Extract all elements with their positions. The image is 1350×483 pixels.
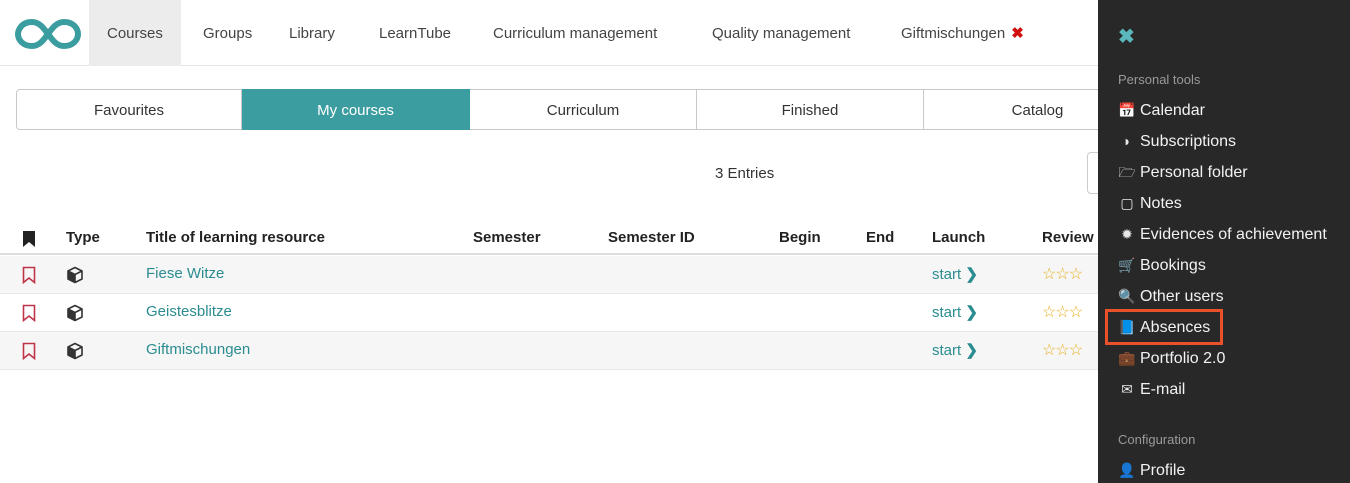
rating-stars[interactable]: ☆☆☆ (1042, 340, 1083, 360)
course-cube-icon (67, 304, 83, 322)
course-title-link[interactable]: Geistesblitze (146, 303, 232, 320)
nav-groups-label: Groups (203, 25, 253, 42)
header-semester[interactable]: Semester (473, 229, 541, 246)
tab-favourites[interactable]: Favourites (16, 89, 242, 130)
menu-evidences[interactable]: ✹ Evidences of achievement (1118, 219, 1327, 249)
search-icon: 🔍 (1118, 288, 1136, 304)
header-launch[interactable]: Launch (932, 229, 985, 246)
menu-calendar[interactable]: 📅 Calendar (1118, 95, 1205, 125)
rating-stars[interactable]: ☆☆☆ (1042, 264, 1083, 284)
nav-library[interactable]: Library (289, 0, 335, 66)
course-cube-icon (67, 266, 83, 284)
nav-library-label: Library (289, 25, 335, 42)
header-end[interactable]: End (866, 229, 894, 246)
bookmark-icon[interactable] (22, 342, 36, 360)
menu-email[interactable]: ✉ E-mail (1118, 374, 1185, 404)
menu-email-label: E-mail (1140, 381, 1186, 398)
menu-notes-label: Notes (1140, 195, 1182, 212)
tab-my-courses-label: My courses (317, 102, 394, 119)
course-cube-icon (67, 342, 83, 360)
course-title-link[interactable]: Giftmischungen (146, 341, 250, 358)
course-title-link[interactable]: Fiese Witze (146, 265, 224, 282)
bookmark-icon[interactable] (22, 266, 36, 284)
envelope-icon: ✉ (1121, 381, 1133, 397)
menu-other-users[interactable]: 🔍 Other users (1118, 281, 1224, 311)
menu-portfolio-label: Portfolio 2.0 (1140, 350, 1226, 367)
menu-personal-folder-label: Personal folder (1140, 164, 1248, 181)
menu-personal-folder[interactable]: 🗁 Personal folder (1118, 157, 1248, 187)
start-label: start (932, 304, 962, 321)
table-row: Giftmischungen start ❯ ☆☆☆ (0, 332, 1100, 370)
menu-profile[interactable]: 👤 Profile (1118, 455, 1185, 483)
header-review[interactable]: Review (1042, 229, 1094, 246)
menu-subscriptions[interactable]: ◗ Subscriptions (1118, 126, 1236, 156)
menu-bookings[interactable]: 🛒 Bookings (1118, 250, 1206, 280)
nav-quality-management-label: Quality management (712, 25, 851, 42)
rss-icon: ◗ (1122, 133, 1132, 149)
table-row: Geistesblitze start ❯ ☆☆☆ (0, 294, 1100, 332)
course-filter-tabs: Favourites My courses Curriculum Finishe… (16, 89, 1152, 130)
chevron-right-icon: ❯ (965, 266, 978, 283)
table-row: Fiese Witze start ❯ ☆☆☆ (0, 256, 1100, 294)
tab-curriculum[interactable]: Curriculum (470, 89, 697, 130)
section-configuration: Configuration (1118, 432, 1196, 447)
chevron-right-icon: ❯ (965, 342, 978, 359)
folder-icon: 🗁 (1118, 164, 1136, 180)
nav-learntube-label: LearnTube (379, 25, 451, 42)
close-panel-icon[interactable]: ✖ (1118, 24, 1135, 49)
header-type[interactable]: Type (66, 229, 100, 246)
certificate-icon: ✹ (1121, 226, 1133, 242)
start-link[interactable]: start ❯ (932, 303, 978, 321)
menu-notes[interactable]: ▢ Notes (1118, 188, 1182, 218)
start-label: start (932, 342, 962, 359)
nav-quality-management[interactable]: Quality management (712, 0, 850, 66)
tab-curriculum-label: Curriculum (546, 102, 620, 119)
nav-groups[interactable]: Groups (203, 0, 252, 66)
user-icon: 👤 (1118, 462, 1136, 478)
nav-courses[interactable]: Courses (89, 0, 181, 66)
briefcase-icon: 💼 (1118, 350, 1136, 366)
menu-absences[interactable]: 📘 Absences (1104, 309, 1224, 345)
nav-giftmischungen[interactable]: Giftmischungen ✖ (901, 0, 1024, 66)
tab-finished-label: Finished (781, 102, 839, 119)
close-tab-icon[interactable]: ✖ (1011, 25, 1024, 42)
personal-tools-panel: ✖ Personal tools 📅 Calendar ◗ Subscription… (1098, 0, 1350, 483)
menu-absences-label: Absences (1140, 319, 1211, 336)
book-icon: 📘 (1118, 319, 1136, 335)
menu-evidences-label: Evidences of achievement (1140, 226, 1327, 243)
menu-portfolio[interactable]: 💼 Portfolio 2.0 (1118, 343, 1225, 373)
tab-finished[interactable]: Finished (697, 89, 924, 130)
section-personal-tools: Personal tools (1118, 72, 1201, 87)
note-icon: ▢ (1120, 195, 1134, 211)
bookmark-icon[interactable] (22, 304, 36, 322)
tab-my-courses[interactable]: My courses (242, 89, 470, 130)
calendar-icon: 📅 (1118, 102, 1136, 118)
bookmark-header-icon[interactable] (22, 230, 36, 248)
start-link[interactable]: start ❯ (932, 265, 978, 283)
menu-other-users-label: Other users (1140, 288, 1224, 305)
table-header: Type Title of learning resource Semester… (0, 222, 1100, 255)
cart-icon: 🛒 (1118, 257, 1136, 273)
nav-curriculum-management[interactable]: Curriculum management (493, 0, 657, 66)
menu-profile-label: Profile (1140, 462, 1186, 479)
menu-subscriptions-label: Subscriptions (1140, 133, 1237, 150)
entries-count: 3 Entries (715, 165, 775, 182)
header-semester-id[interactable]: Semester ID (608, 229, 695, 246)
nav-curriculum-management-label: Curriculum management (493, 25, 658, 42)
infinity-logo-icon[interactable] (14, 18, 82, 50)
start-link[interactable]: start ❯ (932, 341, 978, 359)
menu-bookings-label: Bookings (1140, 257, 1206, 274)
nav-learntube[interactable]: LearnTube (379, 0, 451, 66)
menu-calendar-label: Calendar (1140, 102, 1205, 119)
start-label: start (932, 266, 962, 283)
tab-favourites-label: Favourites (93, 102, 165, 119)
tab-catalog-label: Catalog (1011, 102, 1064, 119)
header-begin[interactable]: Begin (779, 229, 821, 246)
rating-stars[interactable]: ☆☆☆ (1042, 302, 1083, 322)
nav-giftmischungen-label: Giftmischungen (901, 25, 1006, 42)
header-title[interactable]: Title of learning resource (146, 229, 325, 246)
chevron-right-icon: ❯ (965, 304, 978, 321)
nav-courses-label: Courses (107, 25, 163, 42)
